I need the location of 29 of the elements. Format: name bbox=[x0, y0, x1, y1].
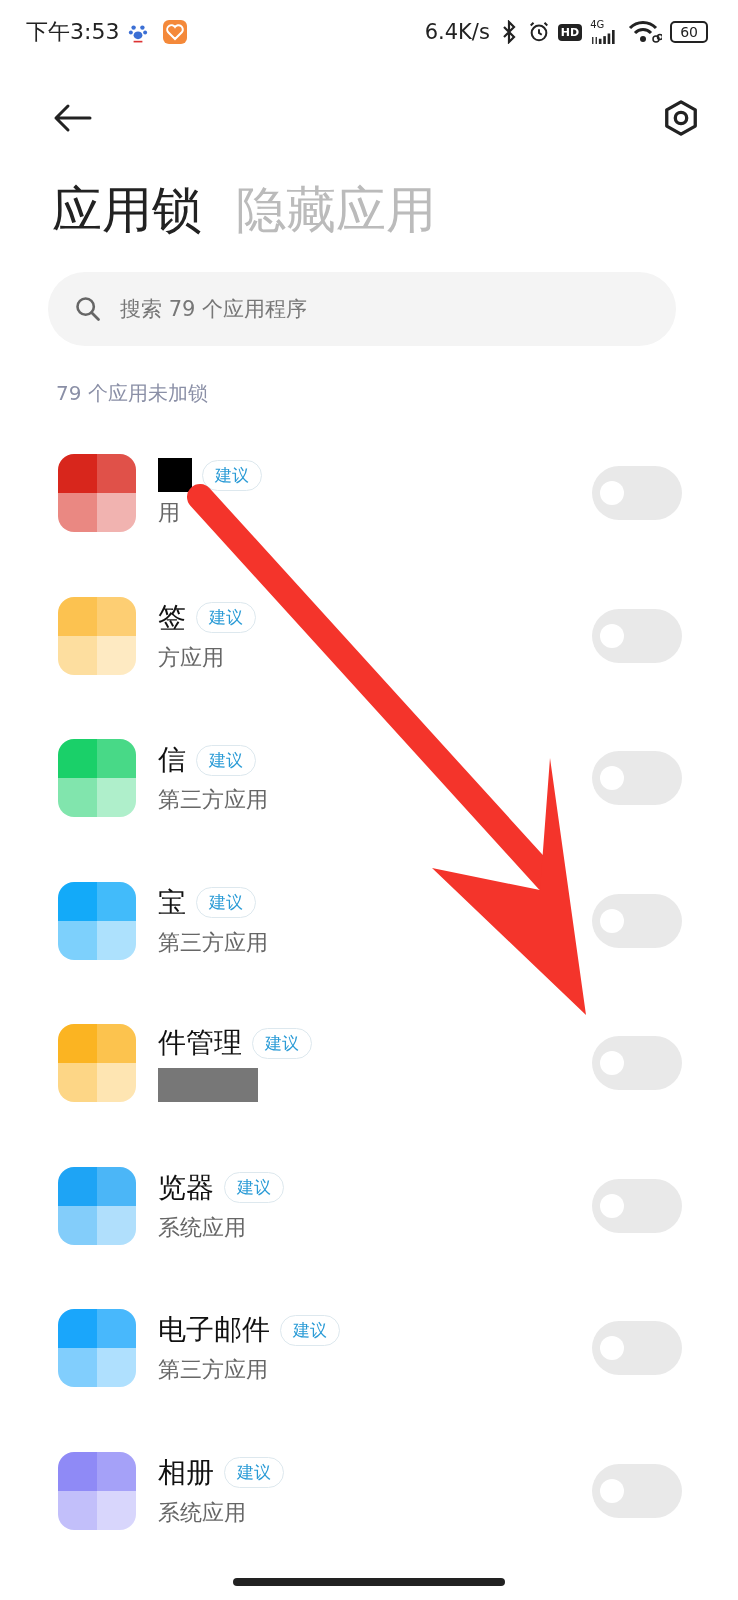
app-type: 系统应用 bbox=[158, 1498, 247, 1527]
back-icon[interactable] bbox=[52, 103, 92, 133]
app-name: 相册 bbox=[158, 1454, 214, 1491]
section-header: 79 个应用未加锁 bbox=[55, 380, 209, 407]
app-type: 第三方应用 bbox=[158, 1356, 269, 1385]
network-speed: 6.4K/s bbox=[424, 20, 490, 44]
mosaic-block bbox=[158, 458, 192, 493]
search-field[interactable]: 搜索 79 个应用程序 bbox=[48, 272, 676, 346]
app-name: 览器 bbox=[158, 1169, 214, 1206]
status-time: 下午3:53 bbox=[26, 18, 120, 46]
app-type: 用 bbox=[158, 499, 181, 528]
app-type: 系统应用 bbox=[158, 1213, 247, 1242]
home-indicator[interactable] bbox=[233, 1578, 505, 1586]
app-type: 第三方应用 bbox=[158, 786, 269, 815]
network-type: 4G bbox=[590, 20, 605, 30]
app-name: 电子邮件 bbox=[158, 1312, 270, 1349]
app-name: 信 bbox=[158, 742, 186, 779]
tab[interactable]: 应用锁 bbox=[52, 178, 202, 242]
alarm-icon bbox=[527, 20, 550, 44]
hd-indicator: HD bbox=[557, 23, 583, 41]
app-type: 第三方应用 bbox=[158, 928, 269, 957]
app-name: 件管理 bbox=[158, 1025, 242, 1062]
heart-app-icon bbox=[163, 20, 188, 44]
app-name: 签 bbox=[158, 599, 186, 636]
battery-indicator: 60 bbox=[670, 21, 708, 43]
settings-icon[interactable] bbox=[662, 99, 700, 137]
app-name: 宝 bbox=[158, 884, 186, 921]
wifi-icon bbox=[628, 20, 663, 44]
app-type: 方应用 bbox=[158, 643, 225, 672]
